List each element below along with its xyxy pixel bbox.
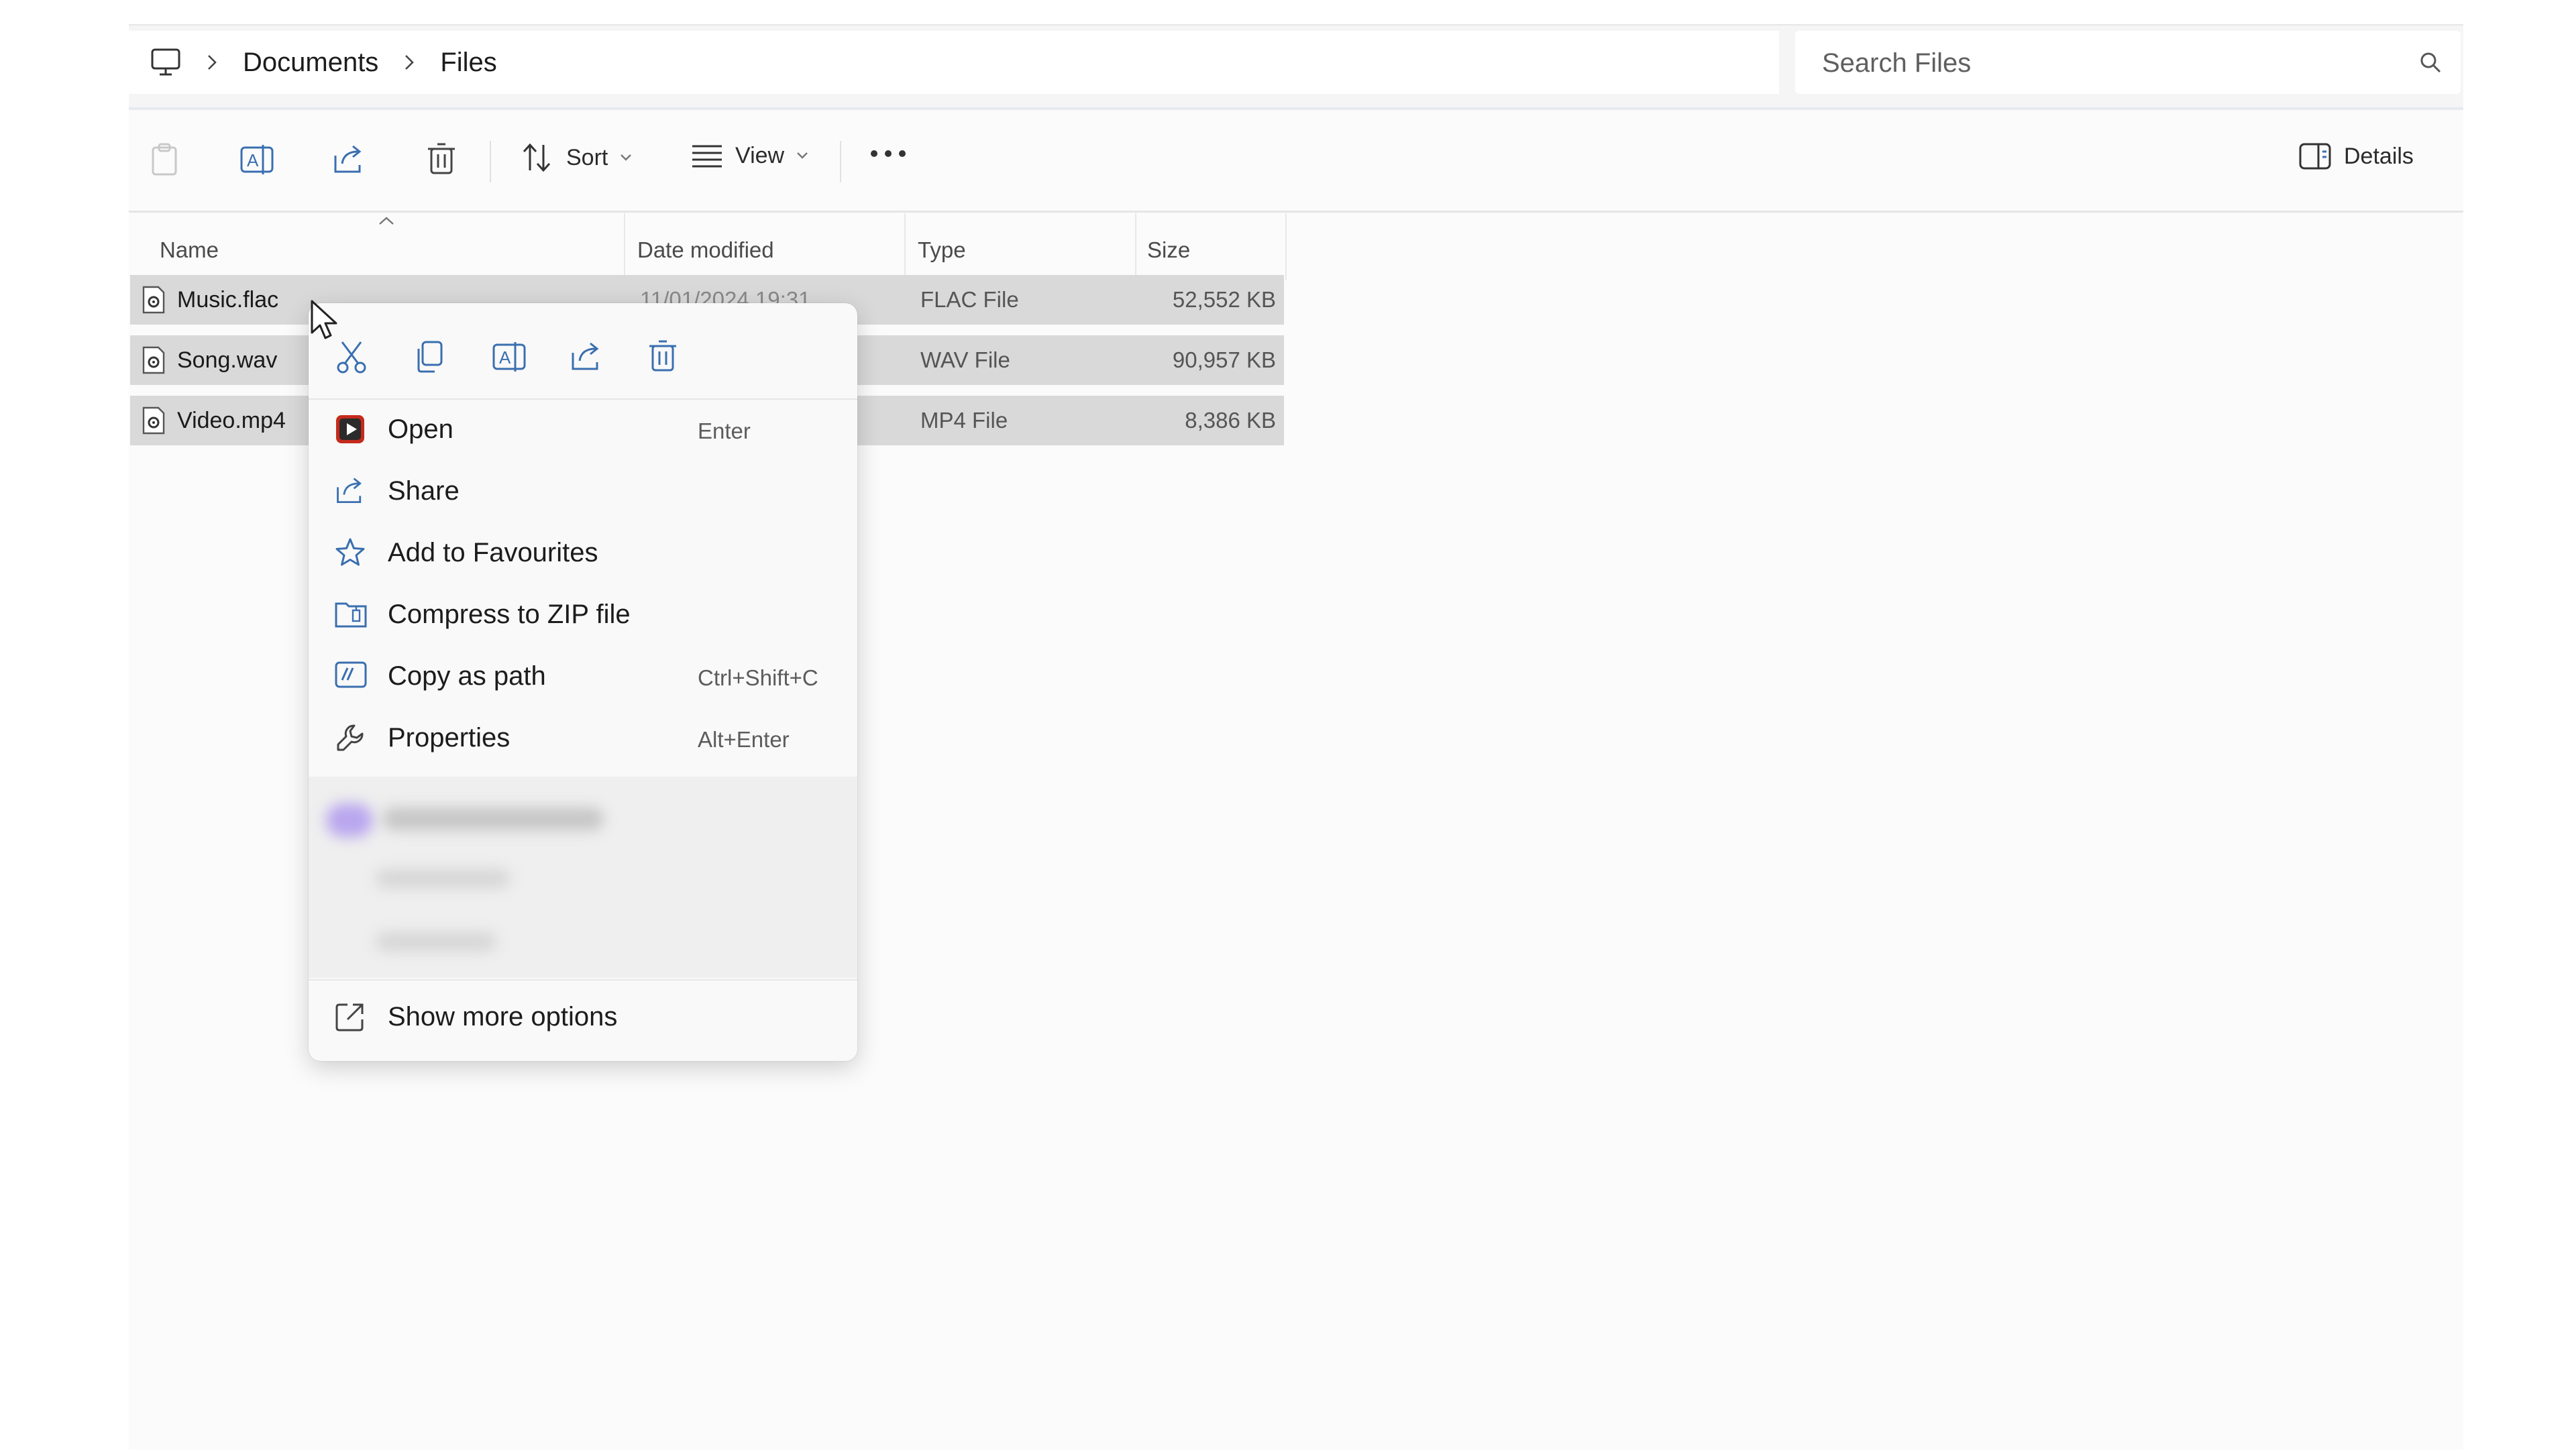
search-icon[interactable] <box>2419 51 2442 74</box>
copy-icon[interactable] <box>413 339 445 374</box>
menu-item-add-to-favourites[interactable]: Add to Favourites <box>309 523 857 581</box>
media-file-icon <box>141 406 166 435</box>
file-type: MP4 File <box>920 408 1008 433</box>
trash-icon[interactable] <box>647 339 679 374</box>
column-header-name[interactable]: Name <box>160 237 219 263</box>
share-icon <box>334 475 366 507</box>
details-pane-button[interactable]: Details <box>2298 142 2414 170</box>
command-bar: A Sort View Details <box>129 110 2463 213</box>
sort-icon <box>521 142 554 173</box>
menu-item-label: Add to Favourites <box>388 538 598 567</box>
details-label: Details <box>2344 143 2414 169</box>
menu-item-label: Compress to ZIP file <box>388 600 631 629</box>
column-divider[interactable] <box>904 213 906 280</box>
breadcrumb[interactable]: Documents Files <box>129 31 1779 94</box>
menu-item-show-more-options[interactable]: Show more options <box>309 987 857 1045</box>
column-header-type[interactable]: Type <box>918 237 966 263</box>
copy-path-icon <box>334 660 368 689</box>
menu-item-shortcut: Alt+Enter <box>698 727 790 752</box>
view-icon <box>691 142 723 169</box>
chevron-right-icon <box>207 54 217 71</box>
search-box[interactable]: Search Files <box>1795 31 2461 94</box>
column-header-size[interactable]: Size <box>1147 237 1190 263</box>
column-divider[interactable] <box>1285 213 1287 280</box>
toolbar-divider <box>840 141 841 182</box>
media-file-icon <box>141 346 166 374</box>
menu-item-shortcut: Enter <box>698 419 751 443</box>
details-pane-icon <box>2298 142 2332 170</box>
file-name: Song.wav <box>177 347 278 373</box>
file-size: 8,386 KB <box>1185 408 1276 433</box>
menu-item-label: Properties <box>388 723 511 752</box>
menu-item-share[interactable]: Share <box>309 461 857 519</box>
mouse-cursor-icon <box>310 299 339 341</box>
sort-ascending-icon <box>378 216 394 225</box>
view-label: View <box>735 142 785 168</box>
view-button[interactable]: View <box>691 142 808 169</box>
share-button[interactable] <box>331 142 366 177</box>
column-headers: Name Date modified Type Size <box>129 213 1296 280</box>
toolbar-divider <box>490 141 491 182</box>
sort-label: Sort <box>566 144 608 170</box>
delete-button[interactable] <box>425 142 458 177</box>
share-icon <box>331 142 366 177</box>
rename-icon[interactable]: A <box>491 339 527 374</box>
menu-item-properties[interactable]: Properties Alt+Enter <box>309 708 857 766</box>
share-icon[interactable] <box>569 339 604 374</box>
media-file-icon <box>141 286 166 314</box>
chevron-down-icon <box>620 154 632 162</box>
menu-item-label: Show more options <box>388 1002 618 1031</box>
file-name: Video.mp4 <box>177 408 286 433</box>
column-divider[interactable] <box>624 213 625 280</box>
blurred-menu-section <box>309 777 857 978</box>
file-type: FLAC File <box>920 287 1019 312</box>
chevron-down-icon <box>796 152 808 160</box>
file-size: 90,957 KB <box>1172 347 1276 372</box>
ellipsis-icon <box>869 149 907 158</box>
paste-icon <box>148 142 181 177</box>
context-quick-actions: A <box>309 330 857 384</box>
search-placeholder: Search Files <box>1822 48 1972 78</box>
file-size: 52,552 KB <box>1172 287 1276 312</box>
svg-text:A: A <box>247 150 259 170</box>
column-header-date[interactable]: Date modified <box>637 237 774 263</box>
menu-item-label: Share <box>388 476 460 506</box>
menu-item-shortcut: Ctrl+Shift+C <box>698 665 818 690</box>
menu-divider <box>309 979 857 981</box>
address-row: Documents Files Search Files <box>129 25 2463 110</box>
column-divider[interactable] <box>1135 213 1136 280</box>
breadcrumb-files[interactable]: Files <box>440 48 496 78</box>
menu-item-compress-zip[interactable]: Compress to ZIP file <box>309 585 857 643</box>
star-icon <box>334 537 366 569</box>
more-options-button[interactable] <box>869 149 907 158</box>
menu-item-open[interactable]: Open Enter <box>309 400 857 457</box>
this-pc-icon[interactable] <box>150 48 181 77</box>
rename-button[interactable]: A <box>239 142 275 177</box>
rename-icon: A <box>239 142 275 177</box>
file-name: Music.flac <box>177 287 279 313</box>
open-app-icon <box>334 413 366 445</box>
file-type: WAV File <box>920 347 1010 372</box>
svg-text:A: A <box>499 347 511 368</box>
chevron-right-icon <box>404 54 415 71</box>
trash-icon <box>425 142 458 177</box>
paste-button[interactable] <box>148 142 181 177</box>
menu-item-copy-as-path[interactable]: Copy as path Ctrl+Shift+C <box>309 647 857 704</box>
external-link-icon <box>334 1001 366 1033</box>
zip-icon <box>334 598 368 630</box>
sort-button[interactable]: Sort <box>521 142 632 173</box>
breadcrumb-documents[interactable]: Documents <box>243 48 378 78</box>
cut-icon[interactable] <box>335 339 368 374</box>
context-menu: A Open Enter Share Add to Favourites Com… <box>309 303 857 1061</box>
menu-item-label: Copy as path <box>388 661 546 691</box>
menu-item-label: Open <box>388 414 453 444</box>
wrench-icon <box>334 722 366 754</box>
